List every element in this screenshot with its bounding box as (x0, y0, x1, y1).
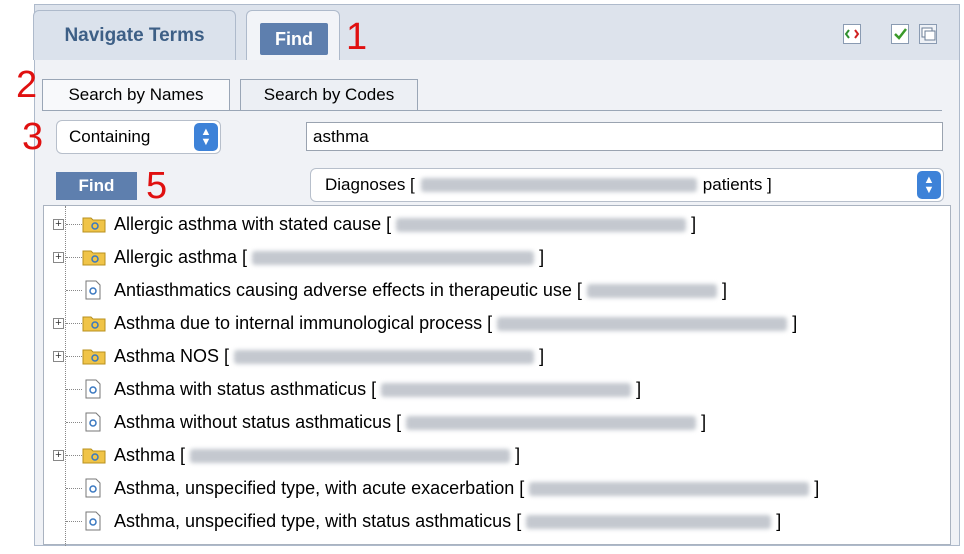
tree-item-label: Allergic asthma with stated cause [ ] (114, 214, 697, 234)
population-select-suffix: patients ] (702, 175, 772, 194)
folder-icon (82, 349, 106, 365)
redacted-value (252, 251, 535, 266)
folder-icon (82, 316, 106, 332)
subtab-divider (42, 110, 942, 111)
document-icon (85, 379, 101, 399)
tree-connector (66, 389, 82, 390)
tree-connector (66, 455, 82, 456)
checklist-icon[interactable] (891, 24, 909, 44)
tree-item[interactable]: Asthma, unspecified type, with status as… (44, 505, 950, 538)
document-icon (85, 280, 101, 300)
annotation-5: 5 (146, 165, 168, 207)
tab-search-by-names[interactable]: Search by Names (42, 79, 230, 111)
tab-search-by-codes[interactable]: Search by Codes (240, 79, 418, 111)
expand-icon[interactable]: + (53, 252, 64, 263)
redacted-value (381, 383, 632, 398)
match-mode-value: Containing (69, 127, 151, 146)
expand-icon[interactable]: + (53, 318, 64, 329)
document-icon (85, 412, 101, 432)
tree-item-label: Asthma [ ] (114, 445, 521, 465)
folder-icon (82, 217, 106, 233)
tree-item[interactable]: + Asthma NOS [ ] (44, 340, 950, 373)
redacted-value (586, 284, 717, 299)
redacted-value (406, 416, 697, 431)
tree-connector (66, 521, 82, 522)
tree-item-label: Antiasthmatics causing adverse effects i… (114, 280, 727, 300)
tree-connector (66, 422, 82, 423)
tree-connector (66, 257, 82, 258)
tree-item[interactable]: + Asthma due to internal immunological p… (44, 307, 950, 340)
expand-icon[interactable]: + (53, 450, 64, 461)
redacted-value (529, 482, 810, 497)
tree-item[interactable]: Asthma without status asthmaticus [ ] (44, 406, 950, 439)
tree-item[interactable]: + Asthma [ ] (44, 439, 950, 472)
tree-item-label: Asthma, unspecified type, with status as… (114, 511, 782, 531)
expand-icon[interactable]: + (53, 351, 64, 362)
redacted-value (234, 350, 535, 365)
tree-connector (66, 290, 82, 291)
expand-icon[interactable]: + (53, 219, 64, 230)
annotation-3: 3 (22, 116, 44, 158)
tree-connector (66, 323, 82, 324)
tree-connector (66, 488, 82, 489)
search-input[interactable]: asthma (306, 122, 943, 151)
find-button[interactable]: Find (56, 172, 137, 200)
document-icon (85, 511, 101, 531)
tree-item[interactable]: Asthma, unspecified type, with acute exa… (44, 472, 950, 505)
folder-icon (82, 250, 106, 266)
tree-item-label: Asthma NOS [ ] (114, 346, 545, 366)
tree-item-label: Asthma with status asthmaticus [ ] (114, 379, 642, 399)
search-input-value: asthma (313, 126, 369, 146)
tree-item[interactable]: Asthma with status asthmaticus [ ] (44, 373, 950, 406)
redacted-value (190, 449, 511, 464)
document-icon (85, 478, 101, 498)
population-select[interactable]: Diagnoses [ patients ] ▲ ▼ (310, 168, 944, 202)
tree-item-label: Asthma without status asthmaticus [ ] (114, 412, 707, 432)
redacted-value (396, 218, 687, 233)
folder-icon (82, 448, 106, 464)
tree-item[interactable]: + Allergic asthma with stated cause [ ] (44, 208, 950, 241)
tab-find[interactable]: Find (246, 10, 340, 62)
tab-navigate-terms[interactable]: Navigate Terms (33, 10, 236, 60)
tree-connector (66, 224, 82, 225)
tree-item-label: Asthma due to internal immunological pro… (114, 313, 798, 333)
annotation-2: 2 (16, 64, 38, 106)
chevron-updown-icon: ▲ ▼ (917, 171, 941, 199)
population-select-prefix: Diagnoses [ (325, 175, 415, 194)
tab-find-label: Find (260, 23, 328, 55)
redacted-value (526, 515, 772, 530)
results-tree: + Allergic asthma with stated cause [ ] … (43, 205, 951, 546)
window-icon[interactable] (919, 24, 937, 44)
match-mode-select[interactable]: Containing ▲ ▼ (56, 120, 221, 154)
redacted-value (497, 317, 788, 332)
code-view-icon[interactable] (843, 24, 861, 44)
chevron-updown-icon: ▲ ▼ (194, 123, 218, 151)
tree-item[interactable]: + Allergic asthma [ ] (44, 241, 950, 274)
annotation-1: 1 (346, 16, 368, 58)
tree-item-label: Asthma, unspecified type, with acute exa… (114, 478, 820, 498)
tree-connector (66, 356, 82, 357)
tree-item-label: Allergic asthma [ ] (114, 247, 545, 267)
tab-navigate-terms-label: Navigate Terms (64, 24, 205, 46)
redacted-value (420, 178, 697, 192)
tree-item[interactable]: Antiasthmatics causing adverse effects i… (44, 274, 950, 307)
